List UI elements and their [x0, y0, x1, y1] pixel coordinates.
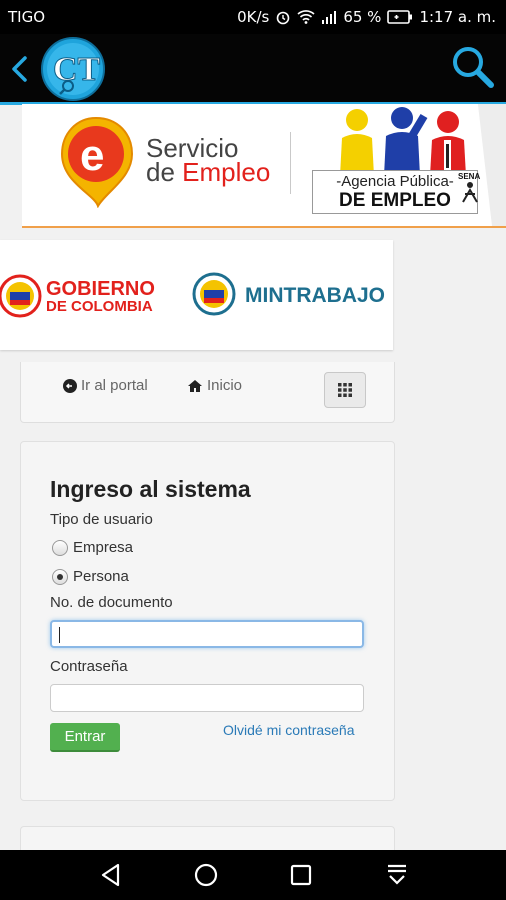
back-triangle-icon[interactable]: [98, 862, 124, 888]
radio-empresa[interactable]: Empresa: [52, 539, 133, 556]
home-link-label: Inicio: [207, 377, 243, 394]
banner-divider: [290, 132, 291, 194]
forgot-password-link[interactable]: Olvidé mi contraseña: [223, 722, 355, 738]
password-field[interactable]: [50, 684, 364, 712]
radio-empresa-input[interactable]: [52, 539, 68, 556]
app-logo: CT: [41, 37, 105, 101]
radio-persona-label: Persona: [73, 568, 129, 585]
signal-icon: [322, 11, 337, 24]
sena-logo-icon: [462, 182, 478, 203]
document-label: No. de documento: [50, 594, 173, 611]
app-logo-text: CT: [53, 51, 101, 88]
text-caret: [59, 627, 60, 643]
network-speed: 0K/s: [237, 8, 270, 26]
servicio-empleo-logo-icon: e: [60, 116, 134, 208]
grid-icon: [338, 383, 352, 397]
status-bar: TIGO 0K/s 65 % 1:17 a. m.: [0, 0, 506, 34]
gobierno-line1: GOBIERNO: [46, 278, 155, 300]
password-label: Contraseña: [50, 658, 128, 675]
user-type-label: Tipo de usuario: [50, 511, 153, 528]
system-nav-bar: [0, 850, 506, 900]
mintrabajo-seal-icon: [192, 272, 236, 316]
login-panel: Ingreso al sistema Tipo de usuario Empre…: [20, 441, 395, 801]
servicio-empleo: Empleo: [182, 157, 271, 187]
battery-charging-icon: [387, 10, 413, 24]
servicio-de: de: [146, 157, 175, 187]
apps-menu-button[interactable]: [324, 372, 366, 408]
agency-people-icon: [340, 107, 466, 176]
app-bar: CT: [0, 34, 506, 105]
colombia-seal-icon: [0, 274, 42, 318]
back-arrow-icon[interactable]: [8, 52, 32, 86]
portal-link[interactable]: Ir al portal: [63, 377, 148, 394]
wifi-icon: [297, 10, 315, 24]
home-icon: [188, 379, 202, 392]
radio-persona[interactable]: Persona: [52, 568, 129, 585]
radio-empresa-label: Empresa: [73, 539, 134, 556]
login-title: Ingreso al sistema: [50, 476, 251, 502]
circle-arrow-left-icon: [63, 378, 77, 393]
radio-persona-input[interactable]: [52, 568, 68, 585]
agencia-publica-logo: -Agencia Pública- DE EMPLEO SENA: [312, 106, 482, 218]
gobierno-de-colombia-logo: GOBIERNO DE COLOMBIA: [46, 278, 155, 316]
agency-line2: DE EMPLEO: [339, 190, 451, 211]
servicio-empleo-banner: e Servicio de Empleo -Agencia Pública- D…: [22, 104, 506, 228]
carrier-label: TIGO: [8, 8, 46, 26]
sena-label: SENA: [458, 172, 481, 181]
svg-text:e: e: [80, 131, 104, 180]
clock: 1:17 a. m.: [419, 8, 496, 26]
nav-panel: Ir al portal Inicio: [20, 362, 395, 423]
agency-line1: -Agencia Pública-: [336, 173, 454, 190]
home-link[interactable]: Inicio: [187, 377, 242, 394]
submit-button[interactable]: Entrar: [50, 723, 120, 752]
document-field[interactable]: [50, 620, 364, 648]
notification-pulldown-icon[interactable]: [384, 862, 410, 888]
search-icon[interactable]: [450, 44, 496, 90]
recents-square-icon[interactable]: [288, 862, 314, 888]
battery-percent: 65 %: [343, 8, 382, 26]
home-circle-icon[interactable]: [193, 862, 219, 888]
alarm-icon: [277, 11, 290, 25]
government-logos: GOBIERNO DE COLOMBIA MINTRABAJO: [0, 240, 393, 350]
portal-link-label: Ir al portal: [81, 377, 148, 394]
servicio-empleo-wordmark: Servicio de Empleo: [146, 135, 271, 187]
gobierno-line2: DE COLOMBIA: [46, 298, 153, 315]
mintrabajo-logo: MINTRABAJO: [245, 284, 385, 307]
